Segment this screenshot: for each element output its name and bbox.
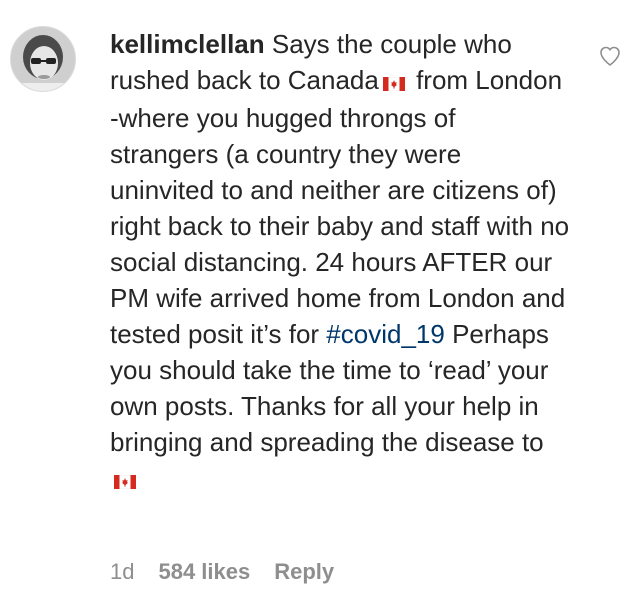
comment-timestamp[interactable]: 1d	[110, 558, 134, 586]
hashtag-link[interactable]: #covid_19	[326, 319, 445, 349]
comment-meta: 1d 584 likes Reply	[110, 558, 334, 586]
like-heart-icon[interactable]	[598, 44, 622, 68]
avatar-image	[11, 27, 75, 91]
avatar[interactable]	[10, 26, 76, 92]
likes-count-button[interactable]: 584 likes	[158, 558, 250, 586]
canada-flag-icon	[382, 64, 406, 100]
comment-username[interactable]: kellimclellan	[110, 29, 265, 59]
comment-text-part-2: from London -where you hugged throngs of…	[110, 65, 570, 349]
canada-flag-icon	[113, 462, 137, 498]
comment-body: kellimclellan Says the couple who rushed…	[110, 26, 570, 498]
reply-button[interactable]: Reply	[274, 558, 334, 586]
